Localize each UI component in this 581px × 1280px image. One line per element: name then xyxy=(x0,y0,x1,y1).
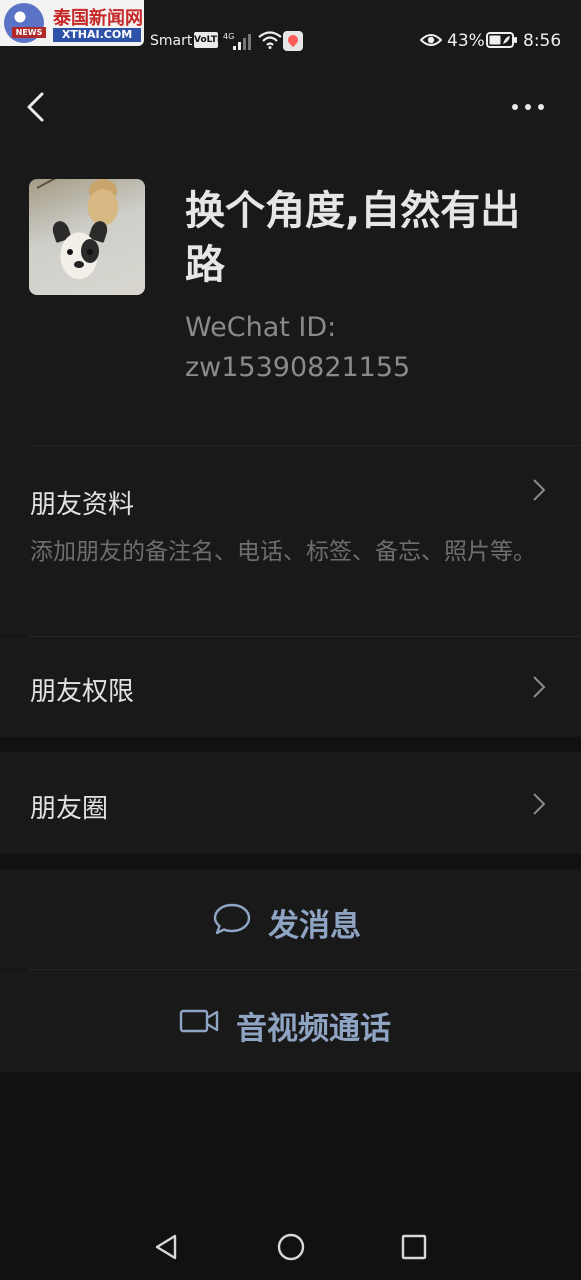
logo-english-text: XTHAI.COM xyxy=(53,28,141,42)
chevron-right-icon xyxy=(533,676,546,698)
video-call-label: 音视频通话 xyxy=(236,1011,391,1047)
square-recents-icon[interactable] xyxy=(399,1232,429,1262)
avatar[interactable] xyxy=(29,179,145,295)
wechat-id-label: WeChat ID: xyxy=(185,312,337,343)
menu-item-label: 朋友资料 xyxy=(30,490,135,520)
wechat-id-value: zw15390821155 xyxy=(185,352,411,383)
menu-item-label: 朋友圈 xyxy=(30,794,109,824)
chevron-right-icon xyxy=(533,793,546,815)
profile-header: 换个角度,自然有出路 WeChat ID: zw15390821155 xyxy=(0,58,581,446)
video-call-button[interactable]: 音视频通话 xyxy=(0,970,581,1072)
signal-icon: 4G xyxy=(223,32,251,50)
menu-item-friend-permissions[interactable]: 朋友权限 xyxy=(0,637,581,737)
chevron-right-icon xyxy=(533,479,546,501)
triangle-back-icon[interactable] xyxy=(152,1232,182,1262)
send-message-label: 发消息 xyxy=(268,908,361,944)
video-camera-icon xyxy=(179,1009,219,1033)
chat-bubble-icon xyxy=(213,903,251,935)
status-bar: NEWS 泰国新闻网 XTHAI.COM Smart VoLTE 4G 43% … xyxy=(0,0,581,58)
logo-chinese-text: 泰国新闻网 xyxy=(53,8,143,29)
menu-item-friend-info[interactable]: 朋友资料 添加朋友的备注名、电话、标签、备忘、照片等。 xyxy=(0,446,581,636)
watermark-logo: NEWS 泰国新闻网 XTHAI.COM xyxy=(0,0,144,46)
battery-icon xyxy=(486,32,517,48)
battery-percent: 43% xyxy=(447,31,485,51)
wifi-icon xyxy=(258,31,282,49)
circle-home-icon[interactable] xyxy=(276,1232,306,1262)
send-message-button[interactable]: 发消息 xyxy=(0,869,581,969)
map-app-icon xyxy=(283,31,303,51)
network-type: 4G xyxy=(223,32,234,41)
profile-name: 换个角度,自然有出路 xyxy=(185,188,521,288)
clock: 8:56 xyxy=(523,31,562,51)
volte-badge: VoLTE xyxy=(194,32,223,48)
menu-item-description: 添加朋友的备注名、电话、标签、备忘、照片等。 xyxy=(30,539,536,565)
menu-item-label: 朋友权限 xyxy=(30,677,135,707)
wechat-id: WeChat ID: zw15390821155 xyxy=(185,308,485,388)
eye-icon xyxy=(420,34,442,46)
carrier-name: Smart xyxy=(150,33,193,49)
system-nav-bar xyxy=(0,1200,581,1280)
more-dots-icon[interactable] xyxy=(508,94,548,118)
back-arrow-icon[interactable] xyxy=(20,88,50,126)
logo-badge: NEWS xyxy=(12,27,46,38)
menu-item-moments[interactable]: 朋友圈 xyxy=(0,752,581,854)
